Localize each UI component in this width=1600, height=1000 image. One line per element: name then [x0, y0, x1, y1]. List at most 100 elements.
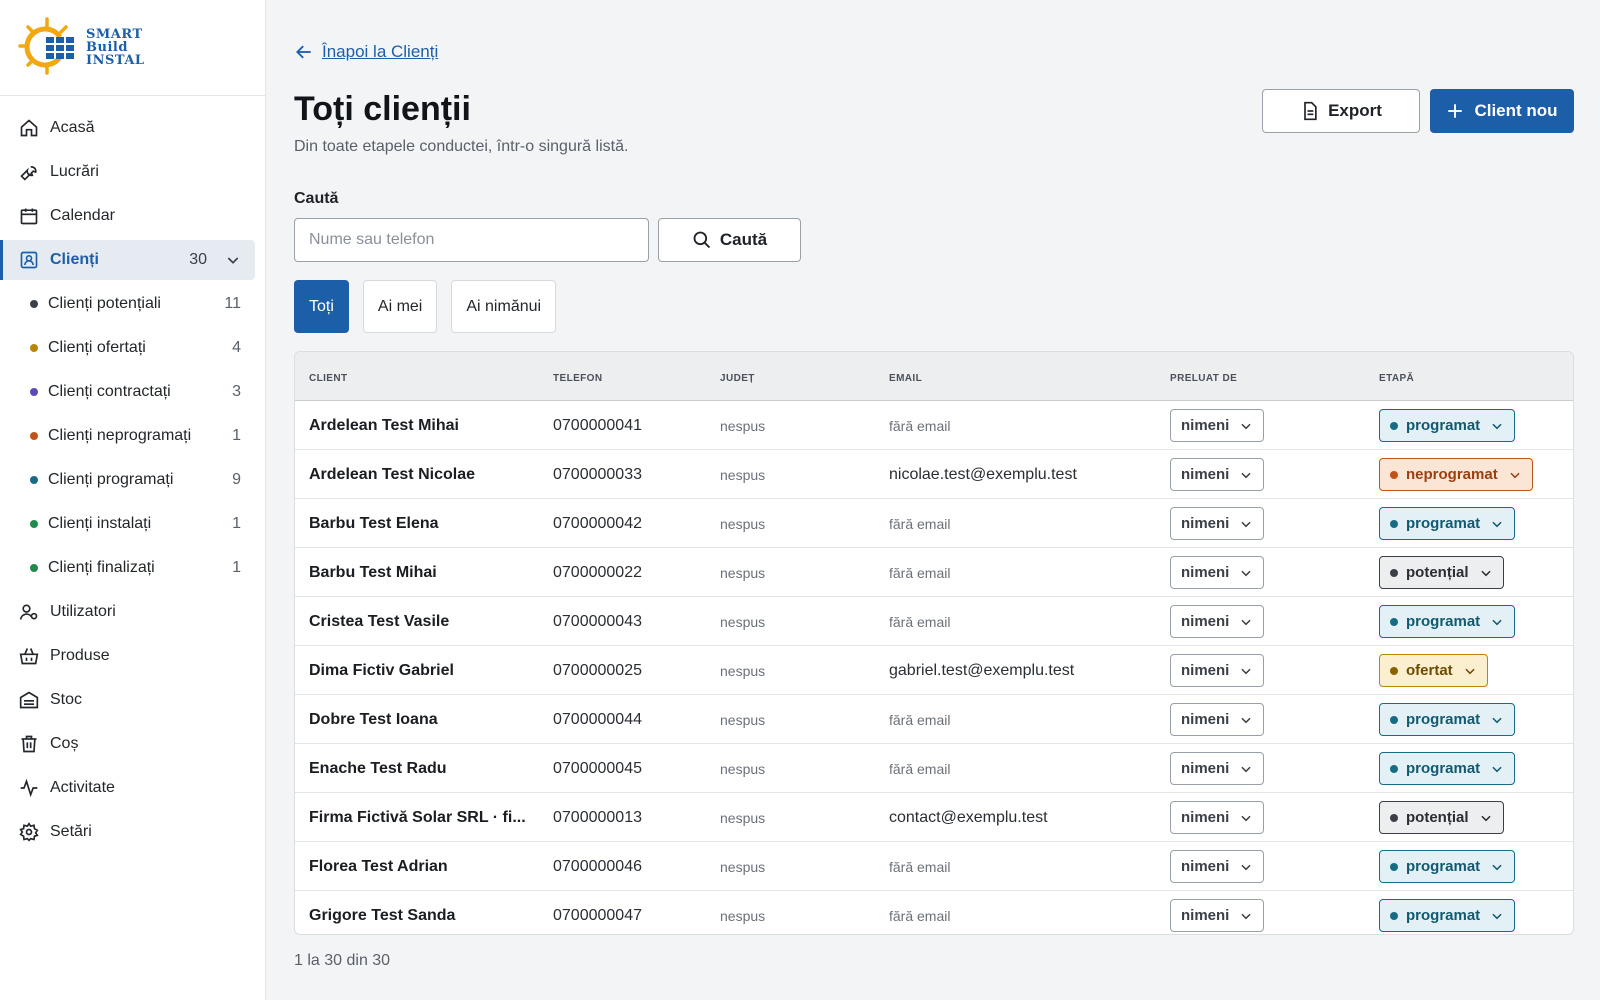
warehouse-icon	[18, 689, 40, 711]
assignee-select[interactable]: nimeni	[1170, 899, 1265, 932]
assignee-select[interactable]: nimeni	[1170, 409, 1265, 442]
stage-select[interactable]: programat	[1379, 899, 1516, 932]
status-dot	[30, 388, 38, 396]
sidebar-subitem[interactable]: Clienți ofertați 4	[4, 328, 255, 368]
client-name[interactable]: Barbu Test Elena	[309, 499, 535, 548]
sidebar-item[interactable]: Coș	[4, 724, 255, 764]
column-header-preluat[interactable]: PRELUAT DE	[1170, 373, 1237, 384]
chevron-down-icon[interactable]	[225, 252, 241, 273]
table-row[interactable]: Dobre Test Ioana 0700000044 nespus fără ema…	[295, 695, 1573, 744]
status-dot	[30, 476, 38, 484]
filter-tab[interactable]: Ai mei	[362, 280, 438, 333]
stage-cell: ofertat	[1379, 646, 1488, 695]
client-name[interactable]: Barbu Test Mihai	[309, 548, 535, 597]
client-name[interactable]: Dobre Test Ioana	[309, 695, 535, 744]
assignee-select[interactable]: nimeni	[1170, 801, 1265, 834]
sidebar-item-lucrari[interactable]: Lucrări	[4, 152, 255, 192]
stage-select[interactable]: programat	[1379, 752, 1516, 785]
client-name[interactable]: Florea Test Adrian	[309, 842, 535, 891]
assignee-select[interactable]: nimeni	[1170, 850, 1265, 883]
table-row[interactable]: Florea Test Adrian 0700000046 nespus fără e…	[295, 842, 1573, 891]
assignee-select[interactable]: nimeni	[1170, 703, 1265, 736]
sidebar-item[interactable]: Activitate	[4, 768, 255, 808]
chevron-down-icon	[1239, 762, 1253, 776]
client-name[interactable]: Ardelean Test Mihai	[309, 401, 535, 450]
assignee-cell: nimeni	[1170, 744, 1265, 793]
client-judet: nespus	[720, 809, 766, 826]
column-header-etapa[interactable]: ETAPĂ	[1379, 373, 1414, 384]
column-header-email[interactable]: EMAIL	[889, 373, 922, 384]
stage-select[interactable]: programat	[1379, 703, 1516, 736]
sidebar-item-count: 30	[189, 251, 207, 268]
stage-select[interactable]: neprogramat	[1379, 458, 1533, 491]
sidebar-item[interactable]: Setări	[4, 812, 255, 852]
client-name[interactable]: Dima Fictiv Gabriel	[309, 646, 535, 695]
assignee-select[interactable]: nimeni	[1170, 605, 1265, 638]
stage-select[interactable]: programat	[1379, 605, 1516, 638]
assignee-select[interactable]: nimeni	[1170, 556, 1265, 589]
stage-select[interactable]: programat	[1379, 850, 1516, 883]
chevron-down-icon	[1239, 419, 1253, 433]
chevron-down-icon	[1479, 566, 1493, 580]
users-icon	[18, 601, 40, 623]
table-row[interactable]: Barbu Test Mihai 0700000022 nespus fără ema…	[295, 548, 1573, 597]
chevron-down-icon	[1239, 566, 1253, 580]
client-judet: nespus	[720, 907, 766, 924]
stage-select[interactable]: programat	[1379, 507, 1516, 540]
sidebar-subitem[interactable]: Clienți programați 9	[4, 460, 255, 500]
back-link[interactable]: Înapoi la Clienți	[294, 42, 438, 62]
status-dot	[30, 300, 38, 308]
client-name[interactable]: Firma Fictivă Solar SRL · fi...	[309, 793, 535, 842]
column-header-telefon[interactable]: TELEFON	[553, 373, 602, 384]
stage-value: programat	[1406, 711, 1481, 728]
client-phone: 0700000044	[553, 710, 642, 728]
new-client-button[interactable]: Client nou	[1430, 89, 1574, 133]
assignee-select[interactable]: nimeni	[1170, 752, 1265, 785]
client-name[interactable]: Enache Test Radu	[309, 744, 535, 793]
table-row[interactable]: Dima Fictiv Gabriel 0700000025 nespus gabri…	[295, 646, 1573, 695]
assignee-select[interactable]: nimeni	[1170, 654, 1265, 687]
sidebar-item-calendar[interactable]: Calendar	[4, 196, 255, 236]
stage-select[interactable]: potențial	[1379, 801, 1504, 834]
sidebar-subitem[interactable]: Clienți potențiali 11	[4, 284, 255, 324]
search-input[interactable]	[294, 218, 649, 262]
table-row[interactable]: Firma Fictivă Solar SRL · fi... 070000001…	[295, 793, 1573, 842]
sidebar-item[interactable]: Stoc	[4, 680, 255, 720]
filter-tab[interactable]: Toți	[294, 280, 349, 333]
plus-icon	[1446, 102, 1464, 120]
sun-panel-logo-icon	[18, 16, 74, 75]
filter-tab[interactable]: Ai nimănui	[451, 280, 557, 333]
client-name[interactable]: Cristea Test Vasile	[309, 597, 535, 646]
status-dot	[30, 564, 38, 572]
column-header-client[interactable]: CLIENT	[309, 373, 348, 384]
sidebar-subitem[interactable]: Clienți finalizați 1	[4, 548, 255, 588]
client-name[interactable]: Ardelean Test Nicolae	[309, 450, 535, 499]
sidebar-item[interactable]: Produse	[4, 636, 255, 676]
sidebar-subitem[interactable]: Clienți contractați 3	[4, 372, 255, 412]
table-row[interactable]: Enache Test Radu 0700000045 nespus fără ema…	[295, 744, 1573, 793]
sidebar-item[interactable]: Utilizatori	[4, 592, 255, 632]
table-row[interactable]: Ardelean Test Nicolae 0700000033 nespus nic…	[295, 450, 1573, 499]
sidebar-item-acasa[interactable]: Acasă	[4, 108, 255, 148]
stage-cell: programat	[1379, 744, 1516, 793]
client-phone: 0700000046	[553, 857, 642, 875]
sidebar-subitem[interactable]: Clienți neprogramați 1	[4, 416, 255, 456]
stage-cell: programat	[1379, 401, 1516, 450]
stage-select[interactable]: potențial	[1379, 556, 1504, 589]
stage-select[interactable]: ofertat	[1379, 654, 1488, 687]
assignee-select[interactable]: nimeni	[1170, 507, 1265, 540]
export-button[interactable]: Export	[1262, 89, 1420, 133]
assignee-select[interactable]: nimeni	[1170, 458, 1265, 491]
sidebar-item-clienti[interactable]: Clienți 30	[0, 240, 255, 280]
table-row[interactable]: Ardelean Test Mihai 0700000041 nespus fără …	[295, 401, 1573, 450]
table-row[interactable]: Grigore Test Sanda 0700000047 nespus fără e…	[295, 891, 1573, 934]
column-header-judet[interactable]: JUDEȚ	[720, 373, 755, 384]
table-row[interactable]: Cristea Test Vasile 0700000043 nespus fără …	[295, 597, 1573, 646]
sidebar-subitem-count: 11	[224, 295, 241, 312]
stage-select[interactable]: programat	[1379, 409, 1516, 442]
table-row[interactable]: Barbu Test Elena 0700000042 nespus fără ema…	[295, 499, 1573, 548]
sidebar-subitem[interactable]: Clienți instalați 1	[4, 504, 255, 544]
client-name[interactable]: Grigore Test Sanda	[309, 891, 535, 934]
logo[interactable]: SMART Build INSTAL	[0, 0, 265, 96]
search-button[interactable]: Caută	[658, 218, 801, 262]
